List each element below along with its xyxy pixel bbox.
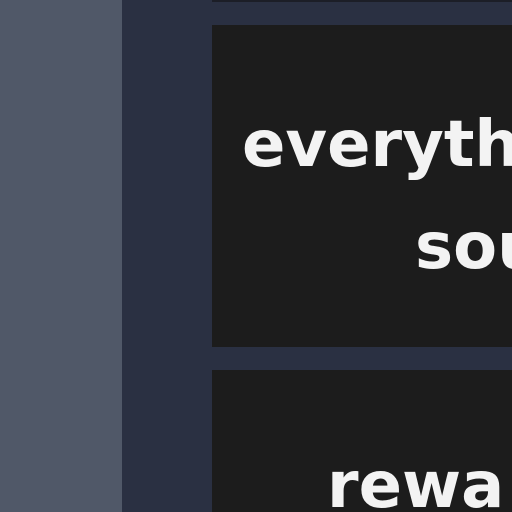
left-sidebar [0, 0, 122, 512]
card-1-line-1: everyth [242, 108, 512, 182]
content-card-1[interactable]: everyth sou [212, 25, 512, 347]
main-content: everyth sou rewa [122, 0, 512, 512]
content-card-2[interactable]: rewa [212, 370, 512, 512]
top-divider [212, 0, 512, 2]
card-2-line-1: rewa [327, 449, 505, 512]
app-viewport: everyth sou rewa [0, 0, 512, 512]
card-1-line-2: sou [415, 210, 512, 284]
